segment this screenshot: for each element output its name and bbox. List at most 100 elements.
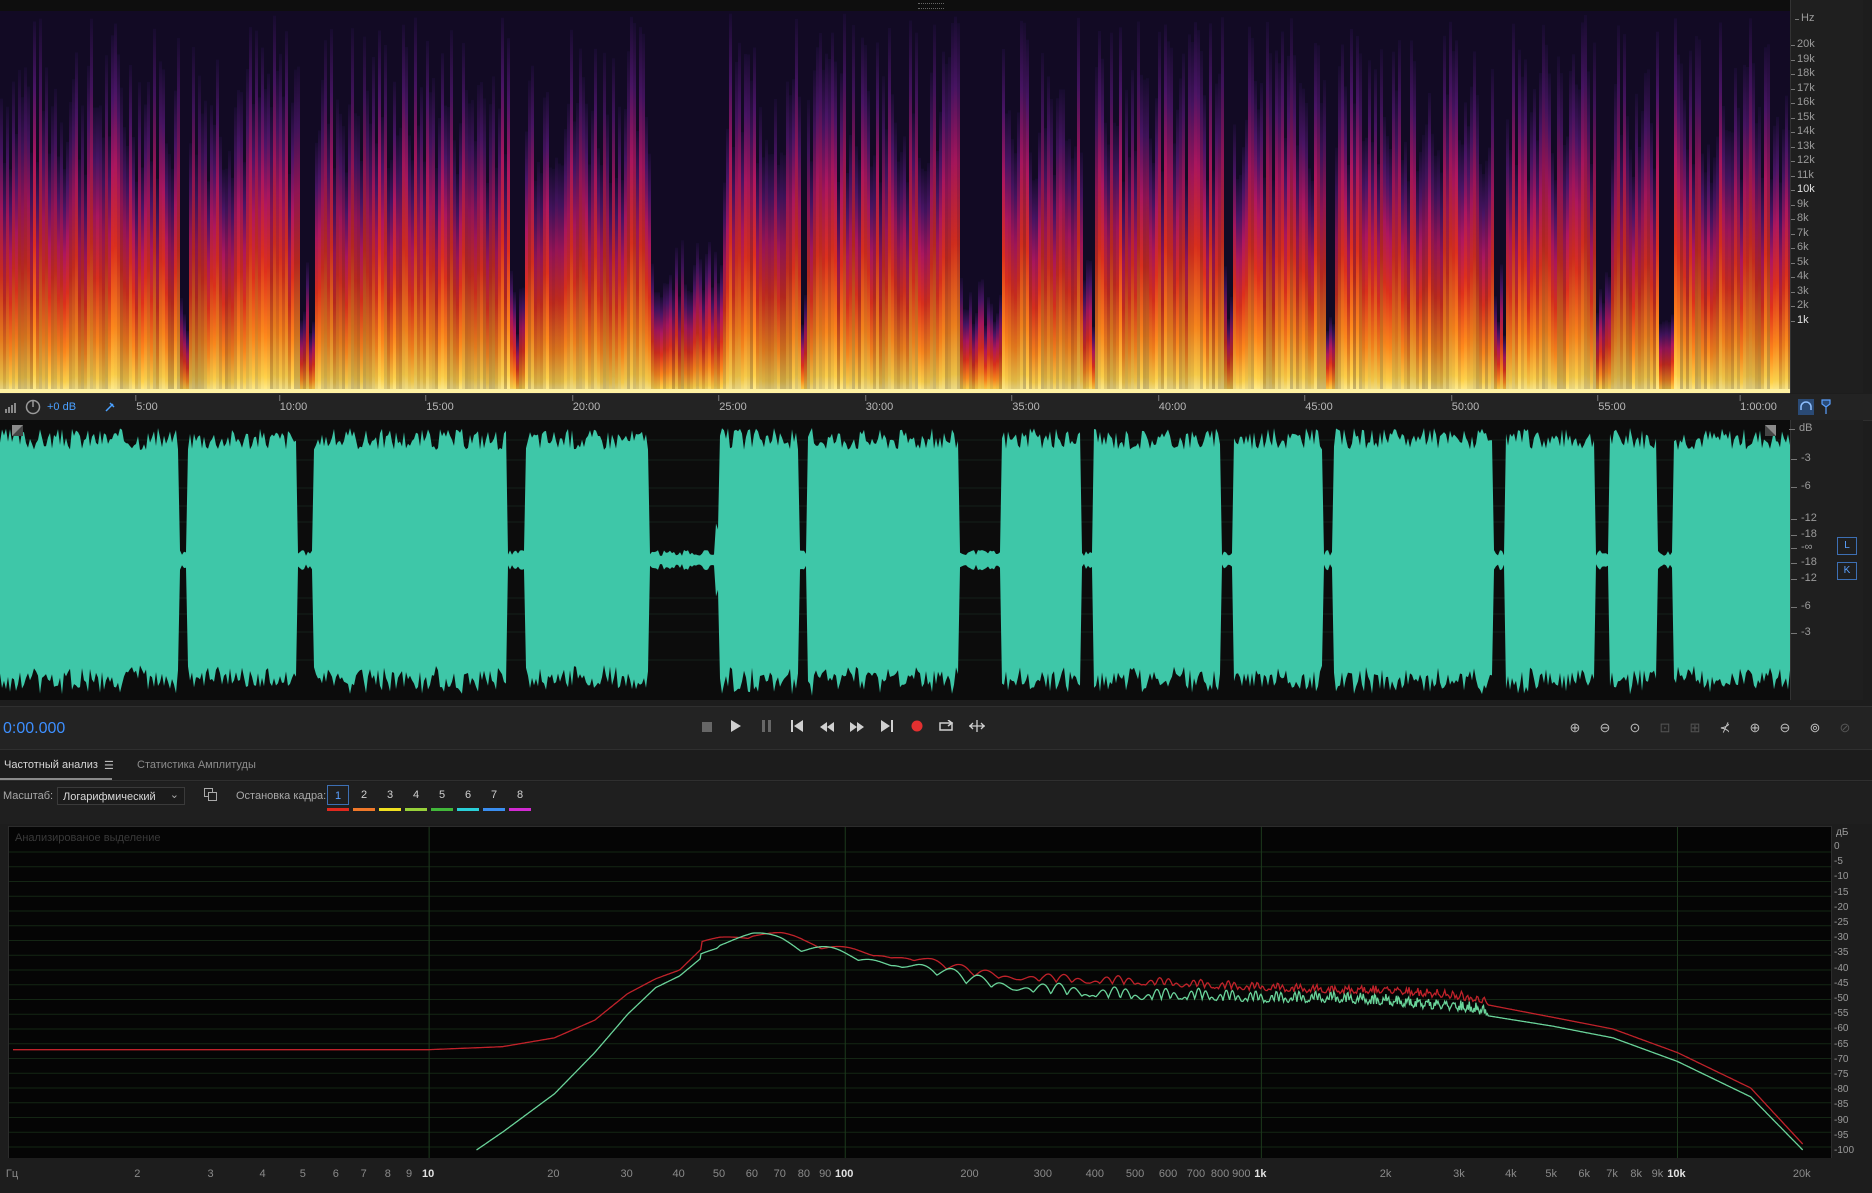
- panel-menu-icon[interactable]: ☰: [104, 759, 114, 772]
- x-tick: 900: [1232, 1168, 1251, 1180]
- zoom-in-left-button[interactable]: ⊀: [1714, 719, 1736, 737]
- spectrogram-column: [1497, 321, 1500, 393]
- x-tick: 90: [819, 1168, 832, 1180]
- fade-out-handle-icon[interactable]: [1765, 425, 1776, 436]
- go-to-end-button[interactable]: [876, 719, 898, 737]
- skip-silence-button[interactable]: [966, 719, 988, 737]
- hold-slot-button[interactable]: 7: [483, 785, 505, 805]
- spectrogram-column: [1596, 312, 1599, 393]
- spectrogram-column: [1635, 93, 1638, 393]
- play-button[interactable]: [725, 719, 747, 737]
- zoom-out-amplitude-icon: ⊖: [1599, 720, 1611, 735]
- volume-value[interactable]: +0 dB: [47, 401, 76, 413]
- go-to-start-button[interactable]: [786, 719, 808, 737]
- pause-icon: [762, 720, 771, 732]
- spectrogram-column: [654, 292, 657, 393]
- spectrogram-column: [1731, 132, 1734, 393]
- zoom-in-time-button[interactable]: ⊕: [1744, 719, 1766, 737]
- waveform-display[interactable]: [0, 420, 1790, 700]
- spectrogram-column: [279, 53, 282, 393]
- zoom-extra-button[interactable]: ⊘: [1834, 719, 1856, 737]
- spectrogram-column: [69, 101, 72, 393]
- spectrogram-column: [72, 79, 75, 393]
- zoom-out-time-button[interactable]: ⊖: [1774, 719, 1796, 737]
- spectrogram-column: [1212, 170, 1215, 393]
- spectrogram-column: [1260, 82, 1263, 393]
- zoom-fit-button[interactable]: ⊞: [1684, 719, 1706, 737]
- headphones-icon[interactable]: [1798, 399, 1814, 415]
- spectrogram-column: [1545, 44, 1548, 393]
- volume-knob-icon[interactable]: [25, 399, 41, 415]
- stop-button[interactable]: [696, 719, 718, 737]
- x-tick: 4: [259, 1168, 266, 1180]
- hold-slot-button[interactable]: 6: [457, 785, 479, 805]
- spectrogram-column: [1050, 99, 1053, 393]
- spectrogram-column: [750, 80, 753, 393]
- spectrogram-column: [141, 167, 144, 393]
- spectrogram-column: [675, 247, 678, 393]
- spectrogram-column: [759, 107, 762, 393]
- zoom-selection-button[interactable]: ⊡: [1654, 719, 1676, 737]
- time-ruler[interactable]: +0 dB 5:00 10:00 15:00 20:00 25:00 30:00 35:00…: [0, 394, 1872, 421]
- channel-left-button[interactable]: L: [1837, 537, 1857, 555]
- hold-slot-color: [353, 808, 375, 811]
- ruler-tick: 55:00: [1597, 395, 1626, 413]
- spectrogram-column: [888, 27, 891, 393]
- spectrogram-column: [1263, 177, 1266, 393]
- spectrogram-column: [690, 292, 693, 393]
- spectrogram-column: [531, 65, 534, 393]
- spectrogram-column: [18, 69, 21, 393]
- spectrogram-column: [219, 136, 222, 393]
- spectrogram-column: [1716, 136, 1719, 393]
- skip-end-icon: [881, 720, 893, 732]
- zoom-out-full-button[interactable]: ⊚: [1804, 719, 1826, 737]
- fast-forward-button[interactable]: [846, 719, 868, 737]
- scale-dropdown[interactable]: Логарифмический: [57, 786, 185, 805]
- spectrogram-column: [1719, 22, 1722, 393]
- loop-button[interactable]: [936, 719, 958, 737]
- pin-icon[interactable]: [104, 401, 116, 413]
- spectrogram-column: [1512, 23, 1515, 393]
- zoom-in-amplitude-button[interactable]: ⊕: [1564, 719, 1586, 737]
- x-tick: 5k: [1545, 1168, 1558, 1180]
- marker-icon[interactable]: [1820, 399, 1832, 415]
- hold-slot-button[interactable]: 8: [509, 785, 531, 805]
- spectrogram-column: [135, 181, 138, 393]
- x-tick: 8: [384, 1168, 391, 1180]
- zoom-fit-icon: ⊞: [1689, 720, 1701, 735]
- channel-right-button[interactable]: K: [1837, 562, 1857, 580]
- spectral-display[interactable]: [0, 0, 1790, 394]
- copy-icon[interactable]: [204, 788, 217, 801]
- hold-slot-button[interactable]: 2: [353, 785, 375, 805]
- resize-grip[interactable]: [918, 3, 944, 9]
- spectrogram-column: [393, 81, 396, 393]
- level-meter-icon[interactable]: [5, 401, 19, 413]
- pause-button[interactable]: [756, 719, 778, 737]
- frequency-analysis-graph[interactable]: Анализированое выделение: [8, 826, 1832, 1160]
- spectrogram-column: [792, 79, 795, 393]
- hold-slot-button[interactable]: 5: [431, 785, 453, 805]
- spectrogram-column: [132, 137, 135, 393]
- zoom-reset-button[interactable]: ⊙: [1624, 719, 1646, 737]
- zoom-out-amplitude-button[interactable]: ⊖: [1594, 719, 1616, 737]
- time-display[interactable]: 0:00.000: [3, 720, 65, 738]
- spectrogram-column: [495, 167, 498, 393]
- fade-in-handle-icon[interactable]: [12, 425, 23, 436]
- zoom-extra-icon: ⊘: [1839, 720, 1851, 735]
- spectrogram-column: [1152, 162, 1155, 393]
- spectrogram-column: [756, 163, 759, 393]
- rewind-button[interactable]: [816, 719, 838, 737]
- tab-amplitude-statistics[interactable]: Статистика Амплитуды: [137, 759, 256, 771]
- spectrogram-column: [87, 65, 90, 393]
- waveform: [0, 428, 1790, 696]
- hold-slot-button[interactable]: 4: [405, 785, 427, 805]
- spectrogram-column: [174, 90, 177, 393]
- record-button[interactable]: [906, 719, 928, 737]
- tab-frequency-analysis[interactable]: Частотный анализ: [4, 759, 98, 771]
- hold-slot-button[interactable]: 3: [379, 785, 401, 805]
- spectrogram-column: [1581, 22, 1584, 393]
- ruler-tick: 50:00: [1450, 395, 1480, 413]
- spectrogram-column: [432, 78, 435, 393]
- hold-slot-button[interactable]: 1: [327, 785, 349, 805]
- spectrogram-column: [498, 108, 501, 393]
